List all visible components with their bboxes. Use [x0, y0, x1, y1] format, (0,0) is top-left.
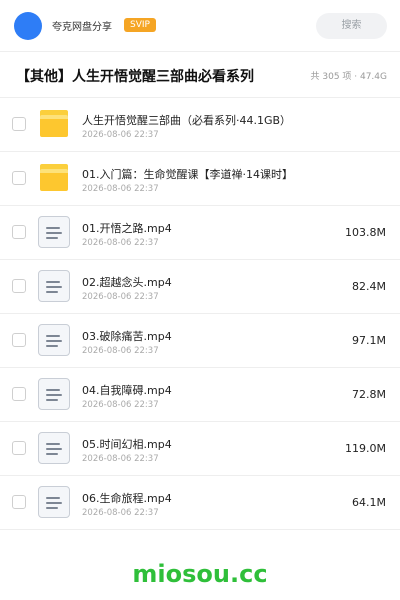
file-size: 72.8M	[352, 388, 386, 401]
share-title-row: 【其他】人生开悟觉醒三部曲必看系列 共 305 项 · 47.4G	[0, 52, 400, 98]
video-file-icon	[38, 324, 70, 356]
file-date: 2026-08-06 22:37	[82, 238, 159, 248]
top-bar: 夸克网盘分享 SVIP 搜索	[0, 0, 400, 52]
file-size: 119.0M	[345, 442, 386, 455]
file-row[interactable]: 04.自我障碍.mp4 2026-08-06 22:37 72.8M	[0, 368, 400, 422]
file-date: 2026-08-06 22:37	[82, 508, 159, 518]
file-row[interactable]: 06.生命旅程.mp4 2026-08-06 22:37 64.1M	[0, 476, 400, 530]
file-row[interactable]: 人生开悟觉醒三部曲（必看系列·44.1GB） 2026-08-06 22:37	[0, 98, 400, 152]
file-date: 2026-08-06 22:37	[82, 454, 159, 464]
select-checkbox[interactable]	[12, 171, 26, 185]
select-checkbox[interactable]	[12, 225, 26, 239]
file-row[interactable]: 02.超越念头.mp4 2026-08-06 22:37 82.4M	[0, 260, 400, 314]
folder-icon	[40, 110, 72, 142]
file-row[interactable]: 01.开悟之路.mp4 2026-08-06 22:37 103.8M	[0, 206, 400, 260]
video-file-icon	[38, 486, 70, 518]
avatar[interactable]	[14, 12, 42, 40]
file-size: 64.1M	[352, 496, 386, 509]
file-name[interactable]: 01.入门篇：生命觉醒课【李道禅·14课时】	[82, 166, 293, 182]
select-checkbox[interactable]	[12, 279, 26, 293]
svip-badge: SVIP	[124, 18, 156, 32]
file-size: 103.8M	[345, 226, 386, 239]
watermark-logo: miosou.cc	[132, 560, 268, 588]
file-date: 2026-08-06 22:37	[82, 346, 159, 356]
file-name[interactable]: 06.生命旅程.mp4	[82, 490, 172, 506]
folder-icon	[40, 164, 72, 196]
file-list: 人生开悟觉醒三部曲（必看系列·44.1GB） 2026-08-06 22:37 01…	[0, 98, 400, 530]
file-row[interactable]: 05.时间幻相.mp4 2026-08-06 22:37 119.0M	[0, 422, 400, 476]
select-checkbox[interactable]	[12, 495, 26, 509]
file-row[interactable]: 01.入门篇：生命觉醒课【李道禅·14课时】 2026-08-06 22:37	[0, 152, 400, 206]
select-checkbox[interactable]	[12, 117, 26, 131]
video-file-icon	[38, 270, 70, 302]
file-name[interactable]: 02.超越念头.mp4	[82, 274, 172, 290]
video-file-icon	[38, 378, 70, 410]
file-size: 97.1M	[352, 334, 386, 347]
file-name[interactable]: 人生开悟觉醒三部曲（必看系列·44.1GB）	[82, 112, 291, 128]
select-checkbox[interactable]	[12, 441, 26, 455]
file-name[interactable]: 04.自我障碍.mp4	[82, 382, 172, 398]
file-name[interactable]: 01.开悟之路.mp4	[82, 220, 172, 236]
select-checkbox[interactable]	[12, 387, 26, 401]
file-name[interactable]: 03.破除痛苦.mp4	[82, 328, 172, 344]
video-file-icon	[38, 432, 70, 464]
file-row[interactable]: 03.破除痛苦.mp4 2026-08-06 22:37 97.1M	[0, 314, 400, 368]
select-checkbox[interactable]	[12, 333, 26, 347]
file-size: 82.4M	[352, 280, 386, 293]
file-date: 2026-08-06 22:37	[82, 130, 159, 140]
search-input[interactable]: 搜索	[316, 13, 387, 39]
file-date: 2026-08-06 22:37	[82, 400, 159, 410]
file-date: 2026-08-06 22:37	[82, 184, 159, 194]
video-file-icon	[38, 216, 70, 248]
item-count: 共 305 项 · 47.4G	[310, 72, 388, 82]
brand-name: 夸克网盘分享	[52, 22, 112, 33]
file-date: 2026-08-06 22:37	[82, 292, 159, 302]
page-title: 【其他】人生开悟觉醒三部曲必看系列	[16, 69, 254, 85]
file-name[interactable]: 05.时间幻相.mp4	[82, 436, 172, 452]
